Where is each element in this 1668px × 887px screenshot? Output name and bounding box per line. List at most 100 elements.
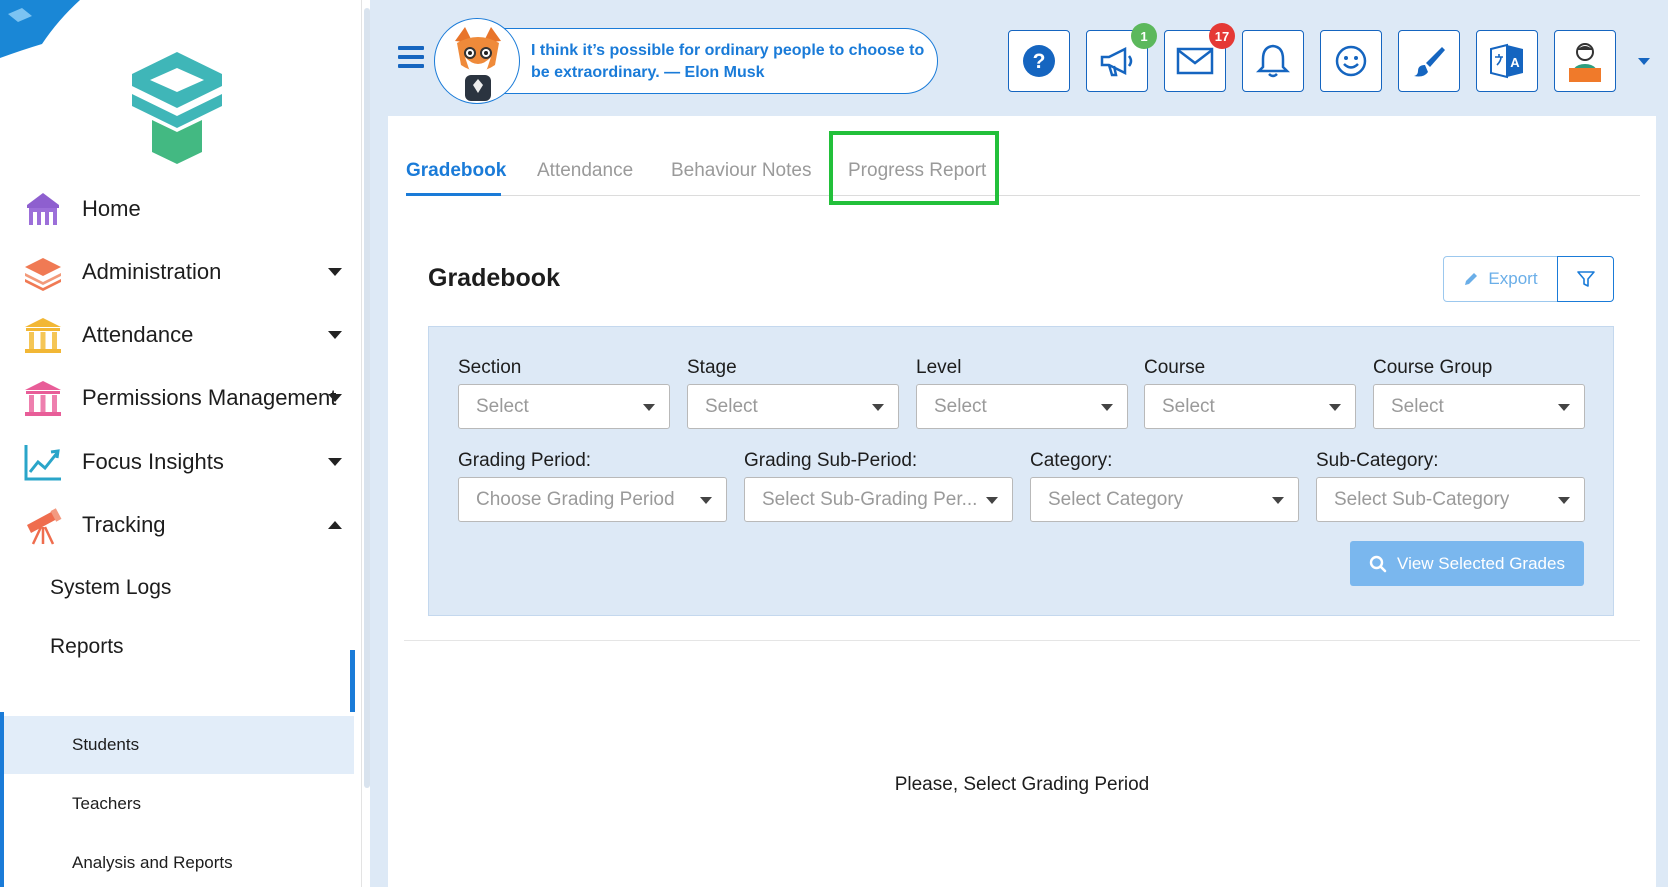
search-icon [1369,555,1387,572]
sidebar-item-reports[interactable]: Reports [0,619,356,675]
section-label: Section [458,357,522,378]
svg-text:?: ? [1033,50,1046,73]
active-indicator [350,650,355,712]
course-group-select-value: Select [1391,396,1444,417]
bell-icon [1256,44,1290,78]
sidebar-item-attendance[interactable]: Attendance [0,307,356,363]
layers-icon [22,251,64,293]
sidebar-item-analysis-and-reports[interactable]: Analysis and Reports [4,834,354,887]
grading-period-label: Grading Period: [458,450,592,471]
chevron-down-icon [1272,497,1284,504]
divider [404,640,1640,641]
profile-dropdown-icon[interactable] [1638,58,1650,65]
grading-period-select-value: Choose Grading Period [476,489,675,510]
chevron-down-icon [328,268,342,276]
level-label: Level [916,357,962,378]
chevron-down-icon [1101,404,1113,411]
highlight-annotation [829,131,999,205]
course-group-select[interactable]: Select [1373,384,1585,429]
chevron-down-icon [1329,404,1341,411]
sub-category-select[interactable]: Select Sub-Category [1316,477,1585,522]
svg-text:A: A [1510,55,1520,70]
institution-icon [22,314,64,356]
view-selected-grades-label: View Selected Grades [1397,553,1565,573]
sidebar-item-administration[interactable]: Administration [0,244,356,300]
tab-attendance[interactable]: Attendance [537,160,633,182]
sidebar-item-label: Home [82,196,141,221]
announcements-badge: 1 [1131,23,1157,49]
course-select-value: Select [1162,396,1215,417]
chevron-down-icon [643,404,655,411]
paintbrush-icon [1414,47,1445,77]
pencil-icon [1465,273,1478,285]
chevron-down-icon [700,497,712,504]
profile-button[interactable] [1554,30,1616,92]
megaphone-icon [1100,46,1133,77]
institution-icon [22,377,64,419]
funnel-icon [1576,271,1595,287]
avatar-icon [1569,43,1601,82]
grading-period-select[interactable]: Choose Grading Period [458,477,727,522]
sub-category-select-value: Select Sub-Category [1334,489,1510,510]
export-label: Export [1488,269,1538,288]
announcements-button[interactable]: 1 [1086,23,1157,92]
category-label: Category: [1030,450,1113,471]
level-select[interactable]: Select [916,384,1128,429]
notifications-button[interactable] [1242,30,1304,92]
grading-sub-period-select-value: Select Sub-Grading Per... [762,489,978,510]
stage-select[interactable]: Select [687,384,899,429]
question-icon: ? [1023,45,1055,77]
help-button[interactable]: ? [1008,30,1070,92]
sidebar-item-focus-insights[interactable]: Focus Insights [0,434,356,490]
sidebar-item-tracking[interactable]: Tracking [0,497,356,553]
course-group-label: Course Group [1373,357,1493,378]
tab-behaviour-notes[interactable]: Behaviour Notes [671,160,811,182]
sidebar-item-label: System Logs [50,576,172,599]
messages-button[interactable]: 17 [1164,23,1235,92]
sidebar-item-system-logs[interactable]: System Logs [0,560,356,616]
chart-line-icon [22,441,64,483]
home-icon [22,188,64,230]
grading-sub-period-select[interactable]: Select Sub-Grading Per... [744,477,1013,522]
sidebar-item-label: Administration [82,259,222,284]
sidebar-item-label: Analysis and Reports [72,853,233,872]
sidebar-item-label: Permissions Management [82,385,337,410]
sidebar-item-students[interactable]: Students [4,716,354,774]
telescope-icon [22,504,64,546]
sidebar-item-label: Tracking [82,512,166,537]
view-selected-grades-button[interactable]: View Selected Grades [1350,541,1584,586]
section-select-value: Select [476,396,529,417]
feedback-button[interactable] [1320,30,1382,92]
category-select[interactable]: Select Category [1030,477,1299,522]
stage-select-value: Select [705,396,758,417]
chevron-down-icon [986,497,998,504]
category-select-value: Select Category [1048,489,1184,510]
chevron-down-icon [328,331,342,339]
chevron-down-icon [1558,497,1570,504]
envelope-icon [1176,47,1214,75]
stage-label: Stage [687,357,737,378]
sidebar-item-label: Reports [50,635,124,658]
sidebar-item-teachers[interactable]: Teachers [4,775,354,833]
chevron-down-icon [328,394,342,402]
app-logo [132,52,222,164]
sidebar-item-permissions-management[interactable]: Permissions Management [0,370,356,426]
sidebar-item-label: Attendance [82,322,194,347]
chevron-down-icon [328,458,342,466]
report-tabs: Gradebook Attendance Behaviour Notes Pro… [406,150,1640,196]
export-button[interactable]: Export [1443,256,1558,302]
fox-mascot-avatar [434,18,520,104]
sidebar-item-home[interactable]: Home [0,181,356,237]
menu-toggle-icon[interactable] [398,46,424,68]
tab-gradebook[interactable]: Gradebook [406,160,506,182]
language-button[interactable]: A [1476,30,1538,92]
chevron-up-icon [328,521,342,529]
smiley-icon [1335,45,1367,77]
theme-button[interactable] [1398,30,1460,92]
empty-state-message: Please, Select Grading Period [894,774,1150,795]
course-select[interactable]: Select [1144,384,1356,429]
section-select[interactable]: Select [458,384,670,429]
filter-button[interactable] [1557,256,1614,302]
chevron-down-icon [872,404,884,411]
sidebar-item-label: Focus Insights [82,449,224,474]
